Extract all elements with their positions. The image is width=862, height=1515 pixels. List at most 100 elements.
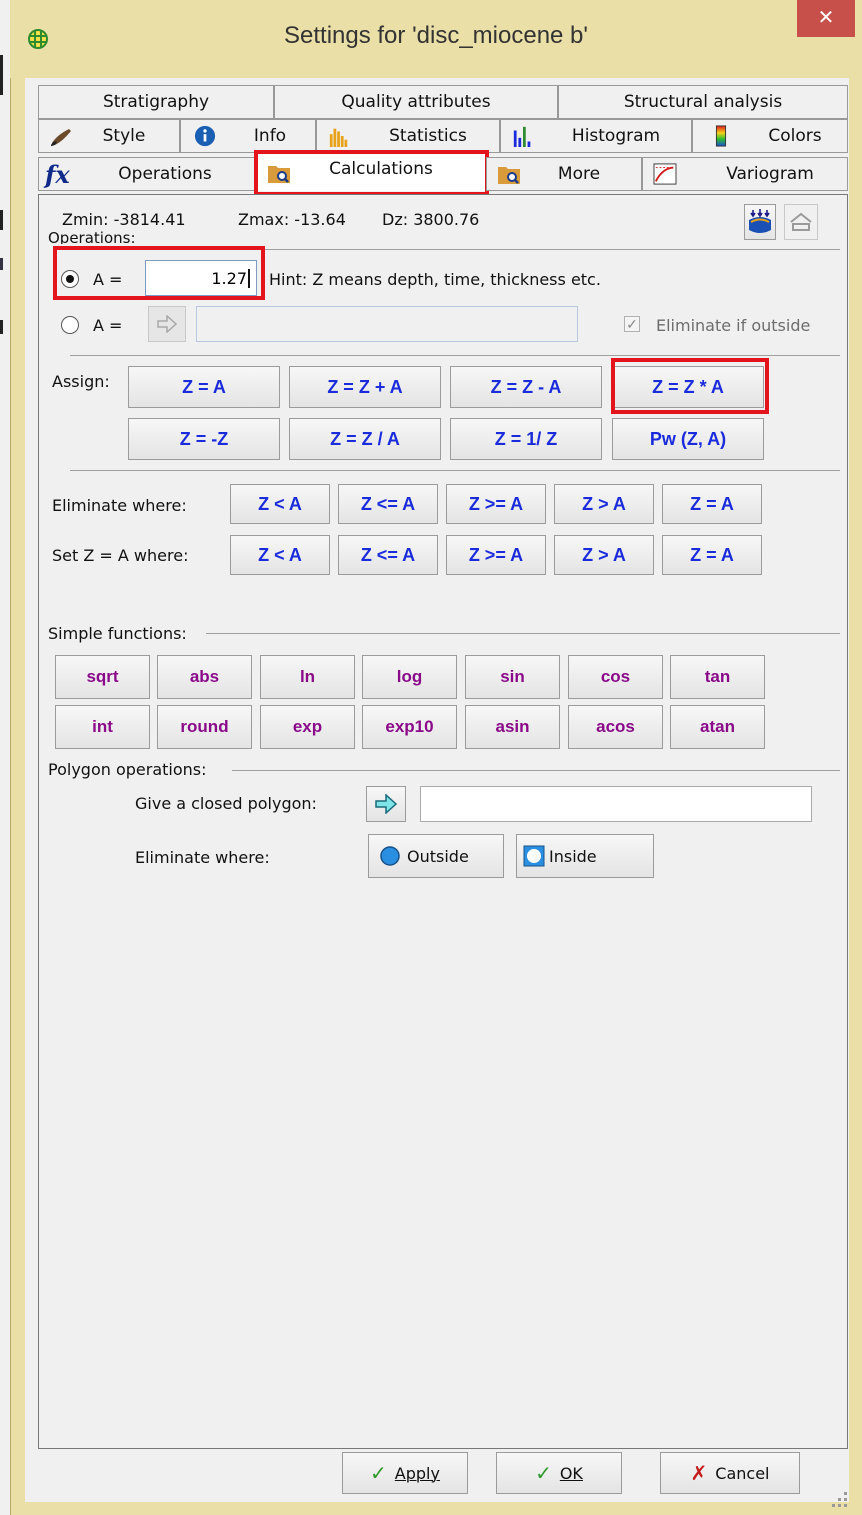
undo-icon <box>790 212 812 231</box>
eliminate-outside-button[interactable]: Outside <box>368 834 504 878</box>
ok-button[interactable]: ✓ OK <box>496 1452 622 1494</box>
layers-arrow-icon <box>749 209 771 233</box>
dz-readout: Dz: 3800.76 <box>382 210 480 229</box>
assign-z-plus-a-button[interactable]: Z = Z + A <box>289 366 441 408</box>
eliminate-if-outside-label: Eliminate if outside <box>656 316 811 335</box>
checkmark-icon: ✓ <box>370 1461 387 1485</box>
bar-chart-orange-icon <box>329 128 348 147</box>
histogram-icon <box>513 126 531 147</box>
tab-colors[interactable]: Colors <box>692 119 848 153</box>
hint-text: Hint: Z means depth, time, thickness etc… <box>269 270 601 289</box>
divider <box>206 633 840 634</box>
divider <box>160 249 840 250</box>
cross-icon: ✗ <box>690 1461 708 1485</box>
zmin-readout: Zmin: -3814.41 <box>62 210 186 229</box>
fn-exp10-button[interactable]: exp10 <box>362 705 457 749</box>
assign-negate-z-button[interactable]: Z = -Z <box>128 418 280 460</box>
apply-calculation-icon-button[interactable] <box>744 204 776 240</box>
assign-power-button[interactable]: Pw (Z, A) <box>612 418 764 460</box>
undo-button[interactable] <box>784 204 818 240</box>
eliminate-z-gt-a-button[interactable]: Z > A <box>554 484 654 524</box>
folder-search-icon <box>268 166 290 183</box>
arrow-right-icon <box>157 315 178 333</box>
radio-a-value[interactable] <box>61 270 79 288</box>
set-z-eq-a-button[interactable]: Z = A <box>662 535 762 575</box>
assign-z-equals-a-button[interactable]: Z = A <box>128 366 280 408</box>
set-z-le-a-button[interactable]: Z <= A <box>338 535 438 575</box>
zmax-readout: Zmax: -13.64 <box>238 210 346 229</box>
tab-structural-analysis[interactable]: Structural analysis <box>558 85 848 119</box>
variogram-icon <box>653 163 677 185</box>
divider <box>232 770 840 771</box>
fx-icon: fx <box>45 160 70 189</box>
fn-sqrt-button[interactable]: sqrt <box>55 655 150 699</box>
fn-atan-button[interactable]: atan <box>670 705 765 749</box>
tab-stratigraphy[interactable]: Stratigraphy <box>38 85 274 119</box>
tab-info[interactable]: Info <box>180 119 316 153</box>
a-value-input[interactable]: 1.27 <box>145 260 257 296</box>
folder-search-icon <box>498 167 520 184</box>
pick-polygon-button[interactable] <box>366 786 406 822</box>
divider <box>70 470 840 471</box>
fn-exp-button[interactable]: exp <box>260 705 355 749</box>
close-button[interactable]: ✕ <box>797 0 855 37</box>
a-source-input[interactable] <box>196 306 578 342</box>
fn-cos-button[interactable]: cos <box>568 655 663 699</box>
a-label: A = <box>93 270 123 289</box>
set-z-lt-a-button[interactable]: Z < A <box>230 535 330 575</box>
eliminate-z-eq-a-button[interactable]: Z = A <box>662 484 762 524</box>
outside-region-icon <box>380 846 400 866</box>
eliminate-inside-button[interactable]: Inside <box>516 834 654 878</box>
checkmark-icon: ✓ <box>535 1461 552 1485</box>
eliminate-z-le-a-button[interactable]: Z <= A <box>338 484 438 524</box>
tab-operations[interactable]: fx Operations <box>38 157 256 191</box>
operations-group-label: Operations: <box>48 230 136 244</box>
fn-sin-button[interactable]: sin <box>465 655 560 699</box>
fn-asin-button[interactable]: asin <box>465 705 560 749</box>
assign-z-minus-a-button[interactable]: Z = Z - A <box>450 366 602 408</box>
eliminate-z-ge-a-button[interactable]: Z >= A <box>446 484 546 524</box>
simple-functions-label: Simple functions: <box>48 624 187 643</box>
fn-acos-button[interactable]: acos <box>568 705 663 749</box>
apply-button[interactable]: ✓ Apply <box>342 1452 468 1494</box>
fn-tan-button[interactable]: tan <box>670 655 765 699</box>
background-window-edge <box>0 0 10 1515</box>
color-scale-icon <box>715 125 727 147</box>
polygon-eliminate-where-label: Eliminate where: <box>135 848 270 867</box>
polygon-input[interactable] <box>420 786 812 822</box>
set-z-where-label: Set Z = A where: <box>52 546 189 565</box>
tab-quality-attributes[interactable]: Quality attributes <box>274 85 558 119</box>
give-closed-polygon-label: Give a closed polygon: <box>135 794 317 813</box>
pick-a-button[interactable] <box>148 306 186 342</box>
brush-icon <box>51 129 71 146</box>
polygon-operations-label: Polygon operations: <box>48 760 207 779</box>
tab-style[interactable]: Style <box>38 119 180 153</box>
divider <box>70 355 840 356</box>
eliminate-where-label: Eliminate where: <box>52 496 187 515</box>
eliminate-z-lt-a-button[interactable]: Z < A <box>230 484 330 524</box>
window-title: Settings for 'disc_miocene b' <box>284 22 588 49</box>
tab-variogram[interactable]: Variogram <box>642 157 848 191</box>
assign-z-times-a-button[interactable]: Z = Z * A <box>612 366 764 408</box>
cancel-button[interactable]: ✗ Cancel <box>660 1452 800 1494</box>
a-label-2: A = <box>93 316 123 335</box>
fn-int-button[interactable]: int <box>55 705 150 749</box>
radio-a-polygon[interactable] <box>61 316 79 334</box>
inside-region-icon <box>523 845 545 867</box>
fn-abs-button[interactable]: abs <box>157 655 252 699</box>
assign-label: Assign: <box>52 372 110 391</box>
assign-reciprocal-z-button[interactable]: Z = 1/ Z <box>450 418 602 460</box>
set-z-gt-a-button[interactable]: Z > A <box>554 535 654 575</box>
tab-histogram[interactable]: Histogram <box>500 119 692 153</box>
tab-more[interactable]: More <box>486 157 642 191</box>
info-icon <box>194 125 216 147</box>
tab-calculations[interactable]: Calculations <box>256 153 486 191</box>
arrow-right-icon <box>375 794 398 814</box>
fn-ln-button[interactable]: ln <box>260 655 355 699</box>
assign-z-divide-a-button[interactable]: Z = Z / A <box>289 418 441 460</box>
set-z-ge-a-button[interactable]: Z >= A <box>446 535 546 575</box>
tab-statistics[interactable]: Statistics <box>316 119 500 153</box>
fn-round-button[interactable]: round <box>157 705 252 749</box>
eliminate-if-outside-checkbox[interactable]: ✓ <box>624 316 640 332</box>
fn-log-button[interactable]: log <box>362 655 457 699</box>
